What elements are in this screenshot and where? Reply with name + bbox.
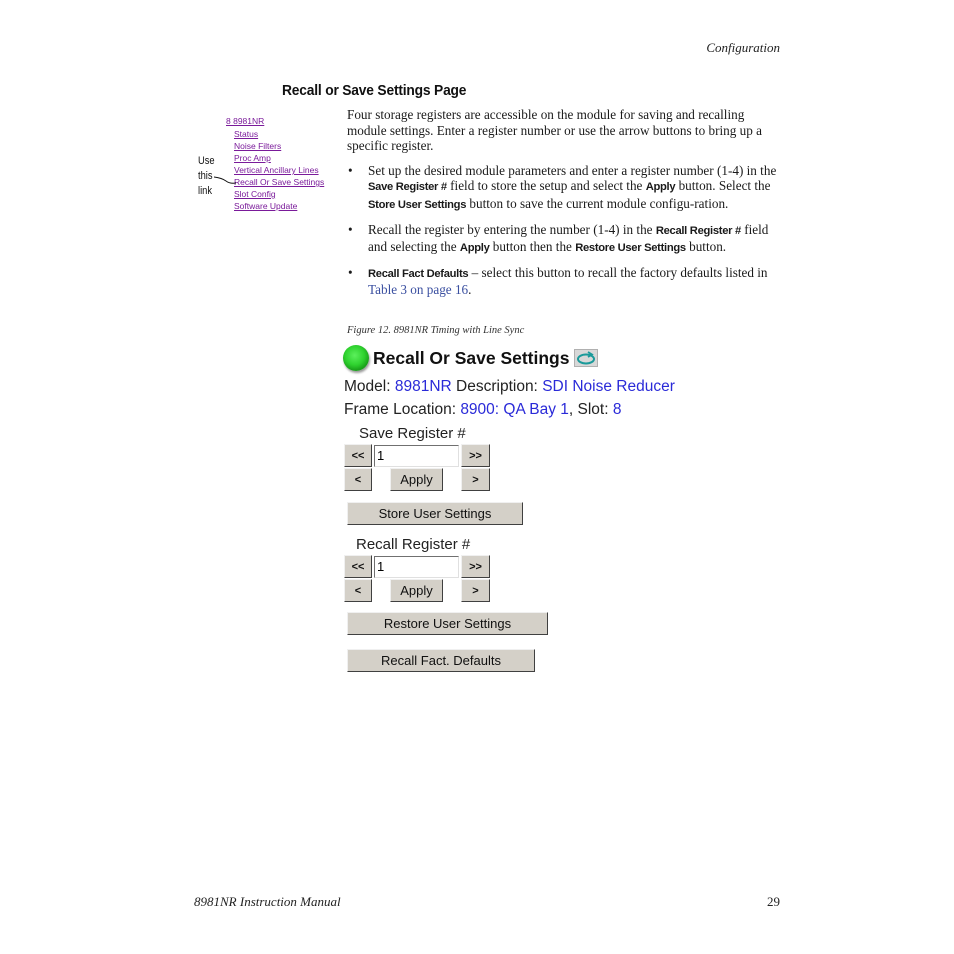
- list-item: Set up the desired module parameters and…: [347, 163, 779, 214]
- save-apply-button[interactable]: Apply: [390, 468, 443, 491]
- save-last-button[interactable]: >>: [461, 444, 490, 467]
- nav-thumbnail: 8 8981NR Status Noise Filters Proc Amp V…: [198, 116, 343, 216]
- list-item: Recall Fact Defaults – select this butto…: [347, 265, 779, 298]
- nav-item-noise-filters[interactable]: Noise Filters: [234, 140, 324, 152]
- intro-paragraph: Four storage registers are accessible on…: [347, 107, 762, 154]
- page-number: 29: [767, 894, 780, 909]
- recall-next-button[interactable]: >: [461, 579, 490, 602]
- nav-item-vertical-ancillary-lines[interactable]: Vertical Ancillary Lines: [234, 164, 324, 176]
- frame-location-label: Frame Location:: [344, 401, 456, 418]
- recall-last-button[interactable]: >>: [461, 555, 490, 578]
- nav-item-software-update[interactable]: Software Update: [234, 200, 324, 212]
- description-label: Description:: [456, 378, 538, 395]
- section-title: Recall or Save Settings Page: [282, 82, 467, 99]
- nav-item-slot-config[interactable]: Slot Config: [234, 188, 324, 200]
- status-led-icon: [343, 345, 369, 371]
- nav-root-link[interactable]: 8 8981NR: [226, 116, 264, 126]
- slot-label: , Slot:: [568, 401, 609, 418]
- save-register-label: Save Register #: [359, 425, 466, 442]
- running-head: Configuration: [706, 40, 780, 55]
- ui-term: Apply: [459, 242, 490, 255]
- recall-factory-defaults-button[interactable]: Recall Fact. Defaults: [347, 649, 535, 672]
- slot-value: 8: [612, 401, 622, 418]
- frame-location-value: 8900: QA Bay 1: [460, 401, 569, 418]
- instruction-list: Set up the desired module parameters and…: [347, 163, 779, 298]
- recall-save-settings-panel: Recall Or Save Settings Model: 8981NR De…: [343, 343, 703, 683]
- callout-word: this: [198, 170, 213, 182]
- model-value: 8981NR: [394, 378, 452, 395]
- nav-item-recall-or-save-settings[interactable]: Recall Or Save Settings: [234, 176, 324, 188]
- callout-pointer-line: [214, 176, 236, 184]
- panel-header: Recall Or Save Settings: [343, 343, 599, 373]
- nav-item-proc-amp[interactable]: Proc Amp: [234, 152, 324, 164]
- save-prev-button[interactable]: <: [344, 468, 372, 491]
- panel-title: Recall Or Save Settings: [373, 347, 570, 368]
- store-user-settings-button[interactable]: Store User Settings: [347, 502, 523, 525]
- model-label: Model:: [344, 378, 391, 395]
- callout-label: Use this link: [198, 154, 215, 199]
- ui-term: Recall Fact Defaults: [368, 267, 469, 280]
- save-register-input[interactable]: 1: [374, 445, 459, 467]
- body-text: Four storage registers are accessible on…: [347, 107, 779, 306]
- recall-register-input[interactable]: 1: [374, 556, 459, 578]
- callout-word: Use: [198, 155, 215, 167]
- frame-location-line: Frame Location: 8900: QA Bay 1, Slot: 8: [344, 401, 621, 419]
- recall-prev-button[interactable]: <: [344, 579, 372, 602]
- description-value: SDI Noise Reducer: [542, 378, 675, 395]
- restore-user-settings-button[interactable]: Restore User Settings: [347, 612, 548, 635]
- save-next-button[interactable]: >: [461, 468, 490, 491]
- figure-caption: Figure 12. 8981NR Timing with Line Sync: [347, 325, 525, 336]
- recall-register-label: Recall Register #: [356, 536, 471, 553]
- nav-list: Status Noise Filters Proc Amp Vertical A…: [234, 128, 324, 212]
- ui-term: Store User Settings: [368, 198, 467, 211]
- ui-term: Apply: [645, 181, 676, 194]
- save-first-button[interactable]: <<: [344, 444, 372, 467]
- list-item: Recall the register by entering the numb…: [347, 222, 779, 257]
- footer-manual-title: 8981NR Instruction Manual: [194, 894, 341, 909]
- recall-first-button[interactable]: <<: [344, 555, 372, 578]
- ui-term: Restore User Settings: [575, 242, 686, 255]
- recall-apply-button[interactable]: Apply: [390, 579, 443, 602]
- table-cross-reference-link[interactable]: Table 3 on page 16: [368, 282, 468, 297]
- nav-item-status[interactable]: Status: [234, 128, 324, 140]
- ui-term: Save Register #: [368, 181, 447, 194]
- ui-term: Recall Register #: [655, 224, 741, 237]
- callout-word: link: [198, 185, 213, 197]
- model-info-line: Model: 8981NR Description: SDI Noise Red…: [344, 378, 675, 396]
- refresh-icon[interactable]: [574, 349, 599, 367]
